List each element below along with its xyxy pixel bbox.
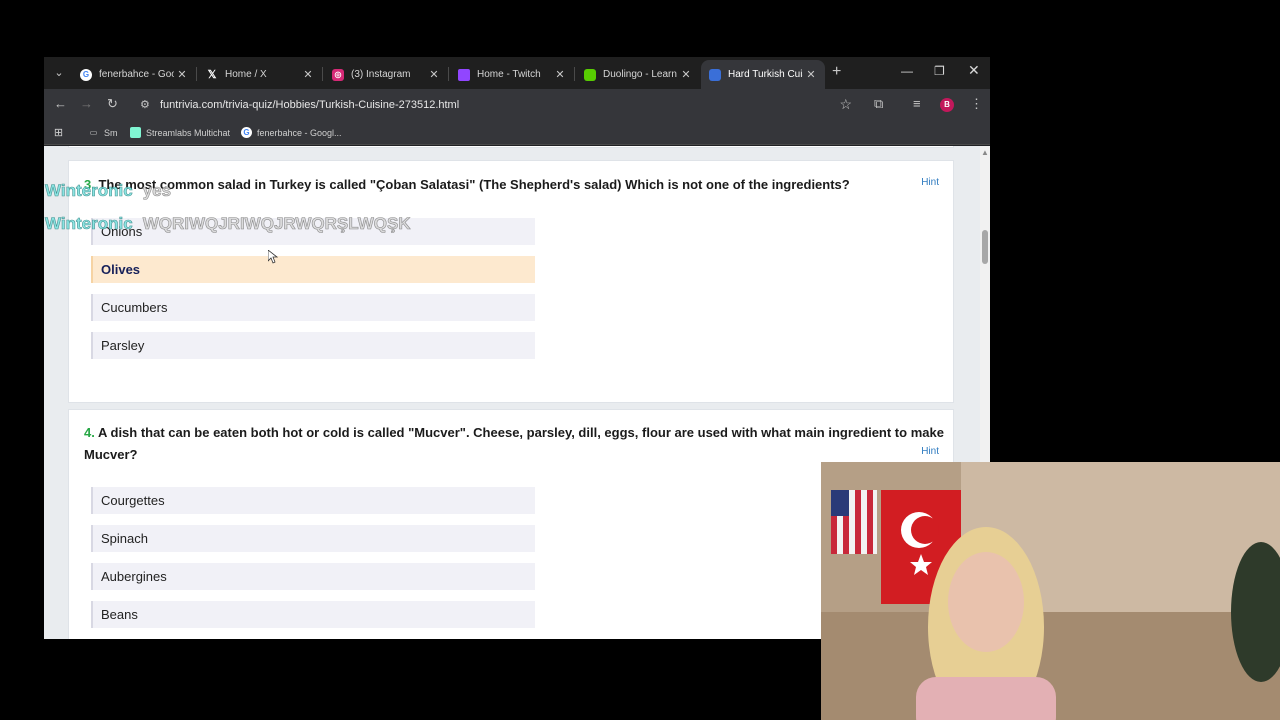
twitch-icon	[458, 68, 470, 81]
bookmark-sm[interactable]: ▭ Sm	[88, 127, 118, 138]
reload-icon[interactable]: ↻	[107, 96, 118, 112]
us-flag-icon	[831, 490, 877, 554]
tab-duolingo[interactable]: Duolingo - Learn ✕	[576, 60, 700, 89]
tab-title: Home / X	[225, 69, 267, 80]
funtrivia-icon	[709, 68, 721, 81]
tab-instagram[interactable]: ◎ (3) Instagram ✕	[324, 60, 448, 89]
answer-option[interactable]: Parsley	[91, 332, 535, 359]
restore-icon[interactable]: ❐	[934, 64, 945, 78]
question-text: 4. A dish that can be eaten both hot or …	[84, 422, 944, 465]
bookmark-label: fenerbahce - Googl...	[257, 127, 342, 138]
scroll-up-icon[interactable]: ▲	[981, 148, 989, 157]
tab-divider	[196, 67, 197, 81]
close-tab-icon[interactable]: ✕	[552, 68, 568, 81]
site-info-icon[interactable]: ⚙	[140, 98, 150, 111]
tab-funtrivia[interactable]: Hard Turkish Cuisi ✕	[701, 60, 825, 89]
chat-overlay-line: Winteronic WQRIWQJRIWQJRWQRŞLWQŞK	[45, 214, 411, 234]
duolingo-icon	[584, 68, 596, 81]
chat-message: WQRIWQJRIWQJRWQRŞLWQŞK	[142, 214, 411, 234]
close-tab-icon[interactable]: ✕	[803, 68, 819, 81]
chat-username: Winteronic	[45, 181, 133, 201]
close-tab-icon[interactable]: ✕	[174, 68, 190, 81]
tab-divider	[448, 67, 449, 81]
url-text[interactable]: funtrivia.com/trivia-quiz/Hobbies/Turkis…	[160, 99, 459, 111]
tab-title: Hard Turkish Cuisi	[728, 69, 803, 80]
question-body: A dish that can be eaten both hot or col…	[84, 425, 944, 462]
bookmark-label: Streamlabs Multichat	[146, 127, 231, 138]
question-card-3: 3. The most common salad in Turkey is ca…	[68, 160, 954, 403]
google-icon: G	[241, 127, 252, 138]
forward-icon[interactable]: →	[80, 96, 93, 112]
answer-option[interactable]: Aubergines	[91, 563, 535, 590]
answer-option[interactable]: Beans	[91, 601, 535, 628]
chat-message: yes	[142, 181, 172, 201]
tab-title: (3) Instagram	[351, 69, 411, 80]
bookmark-label: Sm	[104, 127, 118, 138]
previous-question-card	[68, 146, 954, 148]
x-icon: 𝕏	[207, 69, 217, 81]
minimize-icon[interactable]: —	[901, 64, 913, 78]
chat-overlay-line: Winteronic yes	[45, 181, 172, 201]
avatar[interactable]: B	[940, 98, 954, 112]
chat-username: Winteronic	[45, 214, 133, 234]
tab-title: Duolingo - Learn	[603, 69, 677, 80]
answer-option[interactable]: Courgettes	[91, 487, 535, 514]
menu-icon[interactable]: ⋮	[970, 96, 983, 112]
bookmark-star-icon[interactable]: ☆	[839, 96, 852, 113]
new-tab-icon[interactable]: +	[832, 64, 841, 80]
instagram-icon: ◎	[332, 68, 344, 81]
hint-link[interactable]: Hint	[921, 177, 939, 188]
bookmark-fenerbahce[interactable]: G fenerbahce - Googl...	[241, 127, 342, 138]
tab-divider	[574, 67, 575, 81]
apps-icon[interactable]: ⊞	[53, 127, 69, 139]
tab-x[interactable]: 𝕏 Home / X ✕	[198, 60, 322, 89]
google-icon: G	[80, 68, 92, 81]
answer-option[interactable]: Cucumbers	[91, 294, 535, 321]
tab-twitch[interactable]: Home - Twitch ✕	[450, 60, 574, 89]
extensions-icon[interactable]: ⧉	[874, 96, 883, 112]
tab-fenerbahce[interactable]: G fenerbahce - Goog ✕	[72, 60, 196, 89]
tab-strip: ⌄ G fenerbahce - Goog ✕ 𝕏 Home / X ✕ ◎ (…	[44, 57, 990, 89]
toolbar: ← → ↻ ⚙ funtrivia.com/trivia-quiz/Hobbie…	[44, 89, 990, 121]
close-window-icon[interactable]: ✕	[968, 62, 980, 79]
address-bar[interactable]: ⚙ funtrivia.com/trivia-quiz/Hobbies/Turk…	[136, 93, 862, 117]
tab-divider	[322, 67, 323, 81]
bookmark-streamlabs[interactable]: Streamlabs Multichat	[130, 127, 230, 138]
mouse-cursor-icon	[268, 250, 278, 264]
screen: ⌄ G fenerbahce - Goog ✕ 𝕏 Home / X ✕ ◎ (…	[0, 0, 1280, 720]
close-tab-icon[interactable]: ✕	[426, 68, 442, 81]
tab-title: Home - Twitch	[477, 69, 541, 80]
close-tab-icon[interactable]: ✕	[300, 68, 316, 81]
scroll-thumb[interactable]	[982, 230, 988, 264]
question-number: 4.	[84, 425, 95, 440]
back-icon[interactable]: ←	[54, 96, 67, 112]
folder-icon: ▭	[89, 128, 98, 137]
tab-title: fenerbahce - Goog	[99, 69, 174, 80]
hint-link[interactable]: Hint	[921, 446, 939, 457]
close-tab-icon[interactable]: ✕	[678, 68, 694, 81]
tab-search-icon[interactable]: ⌄	[50, 64, 68, 82]
webcam-image	[821, 462, 1280, 720]
streamlabs-icon	[130, 127, 141, 138]
answer-option[interactable]: Spinach	[91, 525, 535, 552]
media-control-icon[interactable]: ≡	[913, 96, 921, 112]
webcam-feed	[821, 462, 1280, 720]
question-text: 3. The most common salad in Turkey is ca…	[84, 174, 884, 196]
question-body: The most common salad in Turkey is calle…	[98, 177, 850, 192]
answer-option-selected[interactable]: Olives	[91, 256, 535, 283]
bookmarks-bar: ⊞ ▭ Sm Streamlabs Multichat G fenerbahce…	[44, 121, 990, 145]
